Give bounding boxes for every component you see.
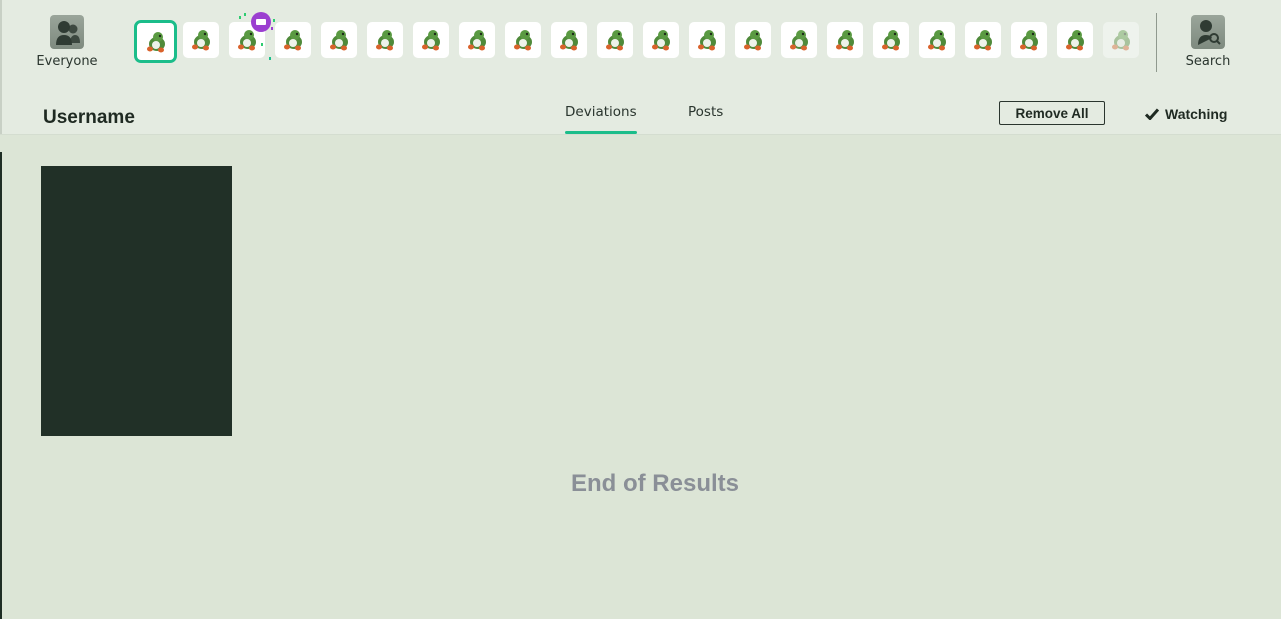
- user-avatar-icon: [192, 30, 210, 51]
- confetti-decoration: [239, 16, 241, 19]
- watched-user-avatar[interactable]: [1103, 22, 1139, 58]
- user-avatar-icon: [1066, 30, 1084, 51]
- remove-all-button[interactable]: Remove All: [999, 101, 1105, 125]
- watched-user-avatar[interactable]: [1057, 22, 1093, 58]
- confetti-decoration: [271, 27, 273, 30]
- watch-feed-header: Everyone Search Username Deviations Post…: [0, 0, 1281, 134]
- user-avatar-icon: [652, 30, 670, 51]
- tab-posts[interactable]: Posts: [688, 104, 723, 120]
- user-avatar-icon: [284, 30, 302, 51]
- user-search-icon: [1191, 15, 1225, 49]
- user-avatar-icon: [468, 30, 486, 51]
- user-avatar-icon: [514, 30, 532, 51]
- watched-user-avatar[interactable]: [919, 22, 955, 58]
- end-of-results-label: End of Results: [570, 470, 739, 497]
- content-divider: [0, 134, 1281, 135]
- user-avatar-icon: [376, 30, 394, 51]
- watched-user-avatar[interactable]: [321, 22, 357, 58]
- watched-user-avatar[interactable]: [873, 22, 909, 58]
- birthday-cake-icon: [251, 12, 271, 32]
- watched-user-avatar[interactable]: [965, 22, 1001, 58]
- watched-user-avatar[interactable]: [134, 20, 177, 63]
- watched-users-list: [134, 12, 1144, 65]
- watched-user-avatar[interactable]: [413, 22, 449, 58]
- everyone-label: Everyone: [36, 54, 98, 69]
- watched-user-avatar[interactable]: [367, 22, 403, 58]
- user-avatar-icon: [928, 30, 946, 51]
- watched-user-avatar[interactable]: [459, 22, 495, 58]
- deviation-thumbnail[interactable]: [41, 166, 232, 436]
- username-title[interactable]: Username: [43, 107, 135, 129]
- group-icon: [50, 15, 84, 49]
- watched-user-avatar[interactable]: [643, 22, 679, 58]
- page-border-left: [0, 152, 2, 619]
- user-avatar-icon: [606, 30, 624, 51]
- watched-user-avatar[interactable]: [827, 22, 863, 58]
- user-avatar-icon: [882, 30, 900, 51]
- user-avatar-icon: [790, 30, 808, 51]
- user-avatar-icon: [744, 30, 762, 51]
- confetti-decoration: [273, 19, 275, 22]
- everyone-filter-button[interactable]: Everyone: [32, 15, 102, 69]
- watched-user-avatar[interactable]: [551, 22, 587, 58]
- watching-label: Watching: [1165, 106, 1228, 122]
- user-avatar-icon: [1020, 30, 1038, 51]
- checkmark-icon: [1145, 108, 1159, 120]
- user-avatar-icon: [836, 30, 854, 51]
- user-avatar-icon: [560, 30, 578, 51]
- user-avatar-icon: [422, 30, 440, 51]
- confetti-decoration: [261, 43, 263, 46]
- user-avatar-icon: [698, 30, 716, 51]
- user-avatar-icon: [974, 30, 992, 51]
- profile-subheader: Username Deviations Posts Remove All Wat…: [2, 90, 1281, 134]
- header-divider: [1156, 13, 1157, 72]
- user-avatar-icon: [1112, 30, 1130, 51]
- watched-user-avatar[interactable]: [1011, 22, 1047, 58]
- watched-user-avatar[interactable]: [597, 22, 633, 58]
- tab-deviations[interactable]: Deviations: [565, 104, 637, 134]
- search-users-button[interactable]: Search: [1172, 15, 1244, 69]
- watched-user-avatar[interactable]: [275, 22, 311, 58]
- watched-user-avatar[interactable]: [505, 22, 541, 58]
- search-label: Search: [1185, 54, 1231, 69]
- watched-user-avatar[interactable]: [735, 22, 771, 58]
- confetti-decoration: [269, 57, 271, 60]
- confetti-decoration: [244, 13, 246, 16]
- user-avatar-icon: [330, 30, 348, 51]
- watched-user-avatar[interactable]: [183, 22, 219, 58]
- user-avatar-icon: [146, 31, 165, 52]
- watched-user-avatar[interactable]: [689, 22, 725, 58]
- watching-button[interactable]: Watching: [1145, 106, 1227, 122]
- watched-user-avatar[interactable]: [781, 22, 817, 58]
